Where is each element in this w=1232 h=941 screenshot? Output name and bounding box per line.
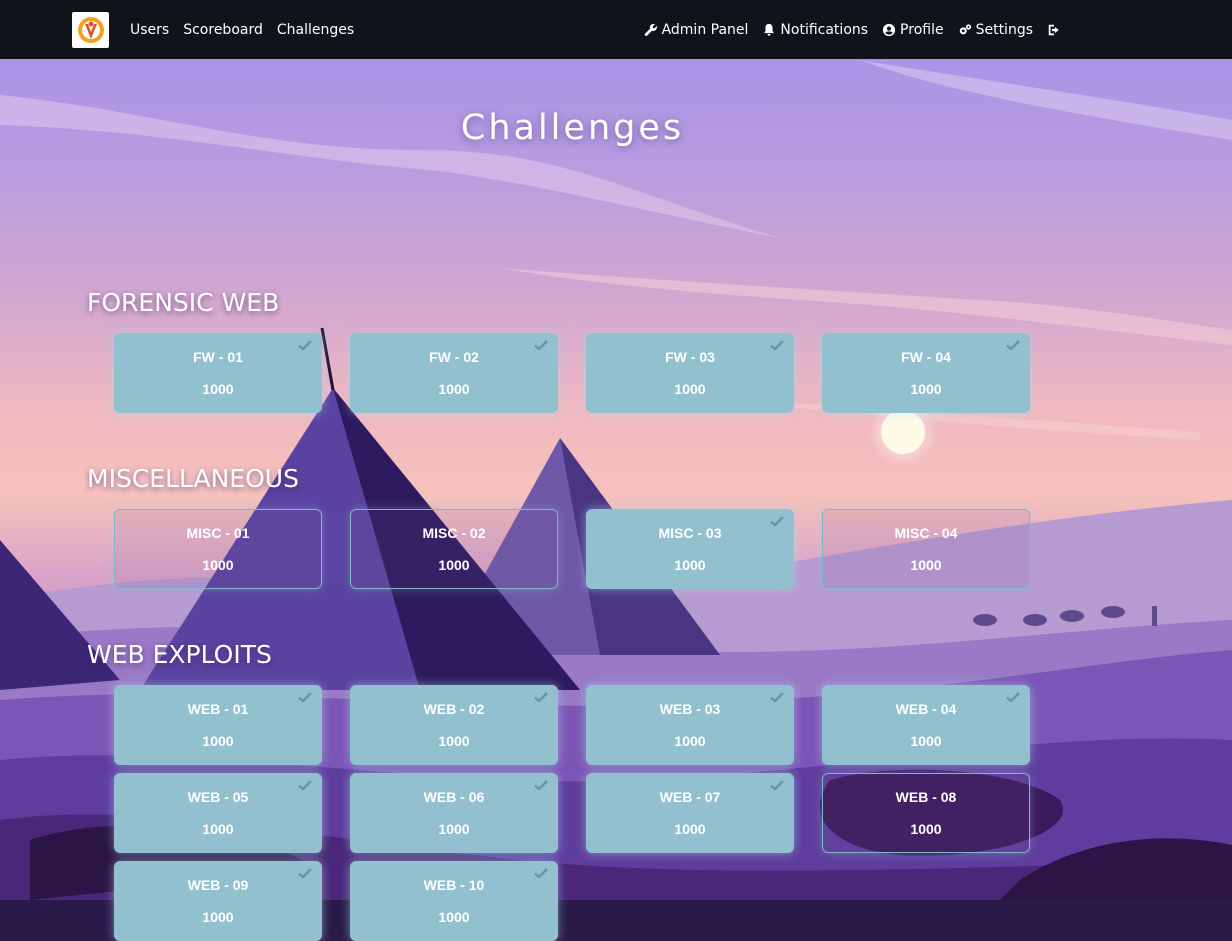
user-circle-icon xyxy=(882,23,896,36)
challenge-card[interactable]: WEB - 02 1000 xyxy=(350,685,558,765)
challenge-card[interactable]: WEB - 05 1000 xyxy=(114,773,322,853)
nav-users-link[interactable]: Users xyxy=(130,22,169,38)
challenge-card[interactable]: FW - 01 1000 xyxy=(114,333,322,413)
settings-label: Settings xyxy=(975,21,1033,38)
challenge-name: WEB - 05 xyxy=(187,789,249,805)
challenge-name: WEB - 09 xyxy=(187,877,249,893)
nav-admin-panel-link[interactable]: Admin Panel xyxy=(644,21,749,38)
wrench-icon xyxy=(644,23,657,36)
notifications-label: Notifications xyxy=(780,21,869,38)
profile-label: Profile xyxy=(900,21,944,38)
challenge-card[interactable]: FW - 02 1000 xyxy=(350,333,558,413)
category-heading-web-exploits: WEB EXPLOITS xyxy=(87,640,272,669)
challenge-name: MISC - 04 xyxy=(894,525,958,541)
solved-check-icon xyxy=(1006,692,1020,703)
solved-check-icon xyxy=(770,780,784,791)
challenge-value: 1000 xyxy=(438,909,470,925)
challenge-name: WEB - 01 xyxy=(187,701,249,717)
solved-check-icon xyxy=(770,692,784,703)
challenge-card[interactable]: FW - 03 1000 xyxy=(586,333,794,413)
solved-check-icon xyxy=(298,692,312,703)
challenge-value: 1000 xyxy=(674,821,706,837)
challenge-value: 1000 xyxy=(910,821,942,837)
challenge-value: 1000 xyxy=(438,381,470,397)
nav-profile-link[interactable]: Profile xyxy=(882,22,944,38)
solved-check-icon xyxy=(534,692,548,703)
challenge-name: WEB - 04 xyxy=(895,701,957,717)
nav-settings-link[interactable]: Settings xyxy=(958,22,1033,38)
challenge-name: MISC - 01 xyxy=(186,525,250,541)
challenge-value: 1000 xyxy=(202,909,234,925)
challenge-name: MISC - 03 xyxy=(658,525,722,541)
challenge-value: 1000 xyxy=(674,733,706,749)
nav-notifications-link[interactable]: Notifications xyxy=(762,22,868,38)
solved-check-icon xyxy=(1006,340,1020,351)
challenge-value: 1000 xyxy=(438,733,470,749)
solved-check-icon xyxy=(534,340,548,351)
nav-challenges-link[interactable]: Challenges xyxy=(277,22,354,38)
challenge-name: WEB - 10 xyxy=(423,877,485,893)
solved-check-icon xyxy=(298,868,312,879)
site-logo[interactable] xyxy=(72,12,109,48)
challenge-card[interactable]: WEB - 10 1000 xyxy=(350,861,558,941)
challenge-name: WEB - 08 xyxy=(895,789,957,805)
challenge-name: FW - 01 xyxy=(193,349,243,365)
solved-check-icon xyxy=(534,780,548,791)
challenge-name: WEB - 07 xyxy=(659,789,721,805)
solved-check-icon xyxy=(770,516,784,527)
solved-check-icon xyxy=(298,780,312,791)
challenge-card[interactable]: WEB - 04 1000 xyxy=(822,685,1030,765)
challenge-name: FW - 02 xyxy=(429,349,479,365)
challenge-value: 1000 xyxy=(202,557,234,573)
top-navbar: Users Scoreboard Challenges Admin Panel … xyxy=(0,0,1232,59)
challenge-card[interactable]: MISC - 03 1000 xyxy=(586,509,794,589)
nav-logout-link[interactable] xyxy=(1047,23,1061,37)
challenge-value: 1000 xyxy=(910,557,942,573)
nav-left-links: Users Scoreboard Challenges xyxy=(130,0,354,59)
challenge-name: FW - 03 xyxy=(665,349,715,365)
sign-out-icon xyxy=(1048,24,1059,35)
challenge-card[interactable]: WEB - 01 1000 xyxy=(114,685,322,765)
challenge-name: WEB - 03 xyxy=(659,701,721,717)
solved-check-icon xyxy=(298,340,312,351)
challenge-card[interactable]: MISC - 01 1000 xyxy=(114,509,322,589)
challenge-card[interactable]: WEB - 09 1000 xyxy=(114,861,322,941)
bell-icon xyxy=(764,23,775,36)
category-heading-forensic-web: FORENSIC WEB xyxy=(87,288,280,317)
challenge-value: 1000 xyxy=(202,733,234,749)
challenge-value: 1000 xyxy=(910,733,942,749)
solved-check-icon xyxy=(770,340,784,351)
challenge-value: 1000 xyxy=(438,821,470,837)
nav-scoreboard-link[interactable]: Scoreboard xyxy=(183,22,263,38)
category-heading-miscellaneous: MISCELLANEOUS xyxy=(87,464,299,493)
page-title: Challenges xyxy=(460,108,685,148)
challenge-value: 1000 xyxy=(674,557,706,573)
nav-right-links: Admin Panel Notifications Profile Settin… xyxy=(644,0,1061,59)
logo-shield-icon xyxy=(77,17,104,43)
challenge-card[interactable]: WEB - 03 1000 xyxy=(586,685,794,765)
challenge-value: 1000 xyxy=(438,557,470,573)
challenge-card[interactable]: MISC - 02 1000 xyxy=(350,509,558,589)
challenge-value: 1000 xyxy=(202,821,234,837)
challenge-card[interactable]: WEB - 08 1000 xyxy=(822,773,1030,853)
challenge-value: 1000 xyxy=(202,381,234,397)
challenge-card[interactable]: WEB - 07 1000 xyxy=(586,773,794,853)
cogs-icon xyxy=(959,23,971,34)
challenge-card[interactable]: WEB - 06 1000 xyxy=(350,773,558,853)
challenge-name: MISC - 02 xyxy=(422,525,486,541)
challenge-name: WEB - 06 xyxy=(423,789,485,805)
challenge-name: FW - 04 xyxy=(901,349,951,365)
admin-panel-label: Admin Panel xyxy=(661,21,749,38)
challenge-value: 1000 xyxy=(910,381,942,397)
challenge-card[interactable]: FW - 04 1000 xyxy=(822,333,1030,413)
challenge-card[interactable]: MISC - 04 1000 xyxy=(822,509,1030,589)
challenge-value: 1000 xyxy=(674,381,706,397)
challenge-name: WEB - 02 xyxy=(423,701,485,717)
solved-check-icon xyxy=(534,868,548,879)
